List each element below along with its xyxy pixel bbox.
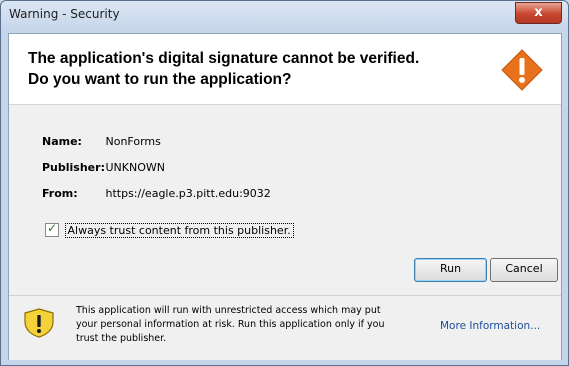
warning-diamond-icon: [501, 49, 543, 91]
always-trust-checkbox[interactable]: [45, 221, 59, 237]
publisher-value: UNKNOWN: [105, 161, 166, 174]
detail-row-publisher: Publisher: UNKNOWN: [42, 161, 165, 174]
shield-warning-icon: [24, 308, 54, 338]
close-button[interactable]: x: [515, 2, 562, 24]
window-title: Warning - Security: [9, 7, 120, 21]
risk-message-line-2: your personal information at risk. Run t…: [76, 319, 385, 330]
more-information-link[interactable]: More Information...: [440, 320, 540, 332]
detail-row-from: From: https://eagle.p3.pitt.edu:9032: [42, 187, 271, 200]
from-label: From:: [42, 187, 78, 200]
from-value: https://eagle.p3.pitt.edu:9032: [105, 187, 271, 200]
dialog-body: Name: NonForms Publisher: UNKNOWN From: …: [9, 105, 561, 295]
headline-line-2: Do you want to run the application?: [28, 71, 292, 88]
dialog-content: The application's digital signature cann…: [8, 33, 562, 360]
run-button[interactable]: Run: [414, 258, 487, 282]
always-trust-option[interactable]: Always trust content from this publisher…: [45, 221, 294, 238]
always-trust-label[interactable]: Always trust content from this publisher…: [64, 222, 294, 238]
headline: The application's digital signature cann…: [28, 48, 488, 90]
headline-line-1: The application's digital signature cann…: [28, 50, 420, 67]
security-warning-dialog: Warning - Security x The application's d…: [0, 0, 569, 366]
dialog-header: The application's digital signature cann…: [9, 34, 561, 105]
cancel-button[interactable]: Cancel: [490, 258, 558, 282]
name-label: Name:: [42, 135, 82, 148]
risk-message-line-3: trust the publisher.: [76, 333, 167, 344]
publisher-label: Publisher:: [42, 161, 105, 174]
title-bar[interactable]: Warning - Security x: [1, 1, 568, 29]
dialog-footer: This application will run with unrestric…: [9, 295, 561, 360]
risk-message: This application will run with unrestric…: [76, 304, 386, 346]
risk-message-line-1: This application will run with unrestric…: [76, 305, 381, 316]
name-value: NonForms: [105, 135, 161, 148]
detail-row-name: Name: NonForms: [42, 135, 161, 148]
